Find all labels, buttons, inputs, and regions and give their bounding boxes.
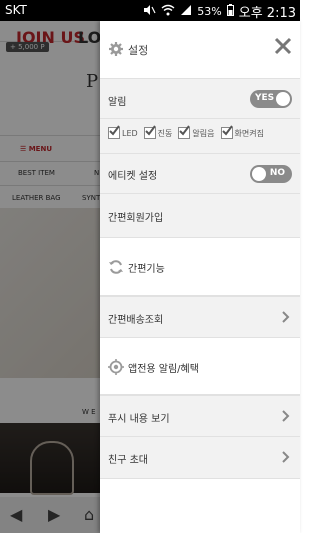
target-icon: [108, 359, 124, 375]
etiquette-label: 에티켓 설정: [108, 171, 158, 182]
chevron-right-icon: [282, 410, 290, 422]
alarm-options: LED 진동 알림음 화면켜짐: [108, 125, 264, 139]
dim-overlay[interactable]: [0, 21, 100, 533]
carrier-name: SKT: [5, 3, 27, 17]
toggle-knob: [276, 92, 290, 106]
check-led[interactable]: LED: [108, 125, 138, 139]
refresh-icon: [109, 260, 123, 274]
push-view-label: 푸시 내용 보기: [108, 414, 170, 425]
status-bar: SKT 53% 오후 2:13: [0, 0, 300, 21]
simple-function-header: 간편기능: [100, 238, 300, 296]
drawer-header: 설정: [100, 21, 300, 78]
simple-join-row[interactable]: 간편회원가입: [100, 194, 300, 238]
invite-friend-label: 친구 초대: [108, 455, 148, 466]
drawer-title: 설정: [128, 44, 149, 57]
app-alert-label: 앱전용 알림/혜택: [128, 364, 199, 375]
signal-icon: [180, 4, 192, 19]
mute-icon: [142, 4, 156, 19]
alarm-label: 알림: [108, 97, 127, 108]
alarm-options-row: LED 진동 알림음 화면켜짐: [100, 119, 300, 154]
check-sound[interactable]: 알림음: [178, 125, 215, 139]
chevron-right-icon: [282, 311, 290, 323]
etiquette-toggle-text: NO: [269, 168, 285, 178]
push-view-row[interactable]: 푸시 내용 보기: [100, 395, 300, 437]
status-icons: 53% 오후 2:13: [142, 2, 296, 21]
battery-percent: 53%: [197, 5, 222, 18]
check-vibrate[interactable]: 진동: [143, 125, 173, 139]
check-screen-on-label: 화면켜짐: [234, 128, 264, 138]
alarm-toggle[interactable]: YES: [250, 90, 292, 108]
gear-icon: [109, 42, 123, 56]
check-led-label: LED: [122, 128, 138, 138]
simple-function-label: 간편기능: [128, 264, 165, 275]
chevron-right-icon: [282, 451, 290, 463]
checkbox[interactable]: [220, 125, 233, 139]
delivery-lookup-row[interactable]: 간편배송조회: [100, 296, 300, 338]
clock: 오후 2:13: [238, 6, 296, 21]
battery-icon: [226, 4, 234, 19]
invite-friend-row[interactable]: 친구 초대: [100, 437, 300, 479]
checkbox[interactable]: [178, 125, 191, 139]
etiquette-toggle[interactable]: NO: [250, 165, 292, 183]
delivery-lookup-label: 간편배송조회: [108, 315, 164, 326]
etiquette-row: 에티켓 설정 NO: [100, 154, 300, 194]
check-screen-on[interactable]: 화면켜짐: [220, 125, 264, 139]
app-alert-header: 앱전용 알림/혜택: [100, 338, 300, 395]
simple-join-label: 간편회원가입: [108, 213, 164, 224]
alarm-row: 알림 YES: [100, 78, 300, 119]
check-sound-label: 알림음: [192, 128, 215, 138]
wifi-icon: [161, 4, 175, 19]
check-vibrate-label: 진동: [157, 128, 173, 138]
checkbox[interactable]: [143, 125, 156, 139]
checkbox[interactable]: [108, 125, 120, 139]
settings-drawer: 설정 알림 YES LED 진동 알림음 화면켜짐 에티켓 설정 NO 간편회원…: [100, 21, 300, 533]
close-icon[interactable]: [274, 37, 292, 55]
alarm-toggle-text: YES: [255, 93, 275, 103]
toggle-knob: [252, 167, 266, 181]
